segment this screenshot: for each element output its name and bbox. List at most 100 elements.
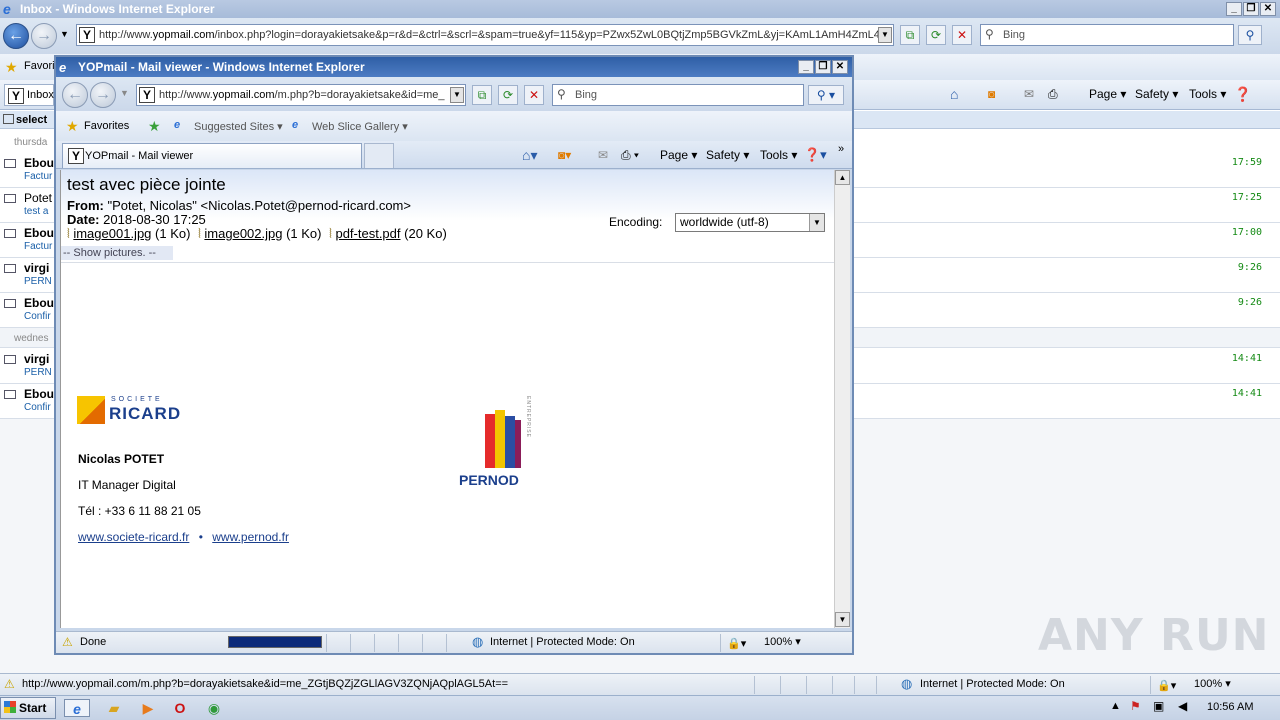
popup-status-zone: Internet | Protected Mode: On (490, 636, 635, 648)
recent-pages-dropdown-icon[interactable]: ▼ (60, 29, 69, 39)
popup-feeds-icon[interactable]: ◙▾ (558, 141, 571, 169)
feeds-icon[interactable]: ◙ (988, 80, 995, 108)
popup-recent-dropdown-icon[interactable]: ▼ (120, 88, 129, 98)
outer-zoom-label: 100% (1194, 678, 1223, 690)
mail-icon[interactable]: ✉ (1024, 80, 1034, 108)
popup-compat-button[interactable]: ⧉ (472, 85, 492, 105)
taskbar-folder-icon[interactable]: ▰ (104, 699, 124, 717)
taskbar-opera-icon[interactable]: O (170, 699, 190, 717)
search-go-button[interactable]: ⚲ (1238, 25, 1262, 45)
help-icon[interactable]: ❓ (1234, 80, 1251, 108)
popup-status-cell (422, 634, 446, 652)
select-label[interactable]: select (16, 114, 47, 126)
popup-address-rest: /m.php?b=dorayakietsake&id=me_ (274, 89, 445, 101)
popup-search-box[interactable]: Bing (552, 84, 804, 106)
attachment-link[interactable]: image001.jpg (73, 226, 151, 241)
encoding-dropdown-icon[interactable]: ▼ (809, 214, 824, 231)
outer-address-bar[interactable]: http://www.yopmail.com/inbox.php?login=d… (76, 24, 894, 46)
row-from: Ebou (24, 156, 54, 170)
outer-tab-label: Inbox (27, 89, 54, 101)
outer-tools-menu[interactable]: Tools ▾ (1189, 80, 1226, 108)
popup-refresh-button[interactable]: ⟳ (498, 85, 518, 105)
popup-close-button[interactable]: ✕ (832, 60, 848, 74)
attachment-link[interactable]: image002.jpg (204, 226, 282, 241)
popup-forward-button[interactable]: → (90, 82, 116, 108)
popup-stop-button[interactable]: ✕ (524, 85, 544, 105)
minimize-button[interactable]: _ (1226, 2, 1242, 16)
chevron-more-icon[interactable]: » (838, 135, 844, 163)
popup-back-button[interactable]: ← (62, 82, 88, 108)
pernod-logo-text: PERNOD (459, 472, 519, 488)
popup-home-icon[interactable]: ⌂▾ (522, 141, 537, 169)
start-label: Start (19, 701, 47, 715)
restore-button[interactable]: ❐ (1243, 2, 1259, 16)
web-slice-icon: e (292, 119, 299, 131)
suggested-sites-icon: e (174, 119, 181, 131)
popup-zoom-control[interactable]: 100% ▾ (764, 632, 801, 652)
tray-volume-icon[interactable]: ◀ (1178, 699, 1187, 713)
row-from: Ebou (24, 387, 54, 401)
taskbar-media-icon[interactable]: ▶ (138, 699, 158, 717)
popup-mail-icon[interactable]: ✉ (598, 141, 608, 169)
print-icon[interactable]: ⎙ (1048, 80, 1058, 108)
outer-safety-menu[interactable]: Safety ▾ (1135, 80, 1178, 108)
popup-protected-mode-icon[interactable]: 🔒▾ (720, 634, 758, 652)
popup-favorites-bar: ★ Favorites ★ e Suggested Sites ▾ e Web … (56, 111, 852, 141)
popup-page-menu[interactable]: Page ▾ (660, 141, 697, 169)
outer-status-bar: ⚠ http://www.yopmail.com/m.php?b=dorayak… (0, 673, 1280, 695)
select-all-checkbox[interactable] (3, 114, 14, 124)
outer-page-menu[interactable]: Page ▾ (1089, 80, 1126, 108)
close-button[interactable]: ✕ (1260, 2, 1276, 16)
popup-print-icon[interactable]: ⎙ ▾ (621, 141, 639, 169)
scroll-up-button[interactable]: ▲ (835, 170, 850, 185)
popup-address-bar[interactable]: http://www.yopmail.com/m.php?b=dorayakie… (136, 84, 466, 106)
outer-status-zone: Internet | Protected Mode: On (920, 678, 1065, 690)
attachment-link[interactable]: pdf-test.pdf (335, 226, 400, 241)
popup-safety-menu[interactable]: Safety ▾ (706, 141, 749, 169)
tray-clock[interactable]: 10:56 AM (1207, 701, 1253, 713)
forward-button[interactable]: → (31, 23, 57, 49)
outer-search-box[interactable]: Bing (980, 24, 1234, 46)
popup-help-icon[interactable]: ❓▾ (804, 141, 827, 169)
row-time: 14:41 (1231, 353, 1262, 364)
popup-minimize-button[interactable]: _ (798, 60, 814, 74)
anyrun-watermark: ANY RUN (1038, 610, 1270, 661)
web-slice-gallery-button[interactable]: Web Slice Gallery ▾ (312, 120, 408, 133)
scroll-down-button[interactable]: ▼ (835, 612, 850, 627)
outer-favorites-button[interactable]: Favori (24, 60, 55, 72)
popup-search-go-button[interactable]: ⚲ ▾ (808, 85, 844, 105)
tray-network-icon[interactable]: ▣ (1153, 699, 1164, 713)
mail-envelope-icon (4, 299, 16, 308)
home-icon[interactable]: ⌂ (950, 80, 958, 108)
taskbar-chrome-icon[interactable]: ◉ (204, 699, 224, 717)
outer-zoom-control[interactable]: 100% ▾ (1194, 674, 1231, 694)
show-pictures-link[interactable]: -- Show pictures. -- (61, 246, 173, 260)
suggested-sites-button[interactable]: Suggested Sites ▾ (194, 120, 283, 133)
taskbar-ie-icon[interactable]: e (64, 699, 90, 717)
address-dropdown-icon[interactable]: ▼ (878, 27, 892, 43)
compat-view-button[interactable]: ⧉ (900, 25, 920, 45)
tray-flag-icon[interactable]: ⚑ (1130, 699, 1141, 713)
protected-mode-icon[interactable]: 🔒▾ (1150, 676, 1188, 694)
outer-window-title: Inbox - Windows Internet Explorer (20, 2, 215, 16)
popup-title-bar: YOPmail - Mail viewer - Windows Internet… (56, 57, 852, 77)
popup-favorites-button[interactable]: Favorites (84, 120, 129, 132)
popup-address-dropdown-icon[interactable]: ▼ (450, 87, 464, 103)
popup-tools-menu[interactable]: Tools ▾ (760, 141, 797, 169)
add-favorites-icon[interactable]: ★ (148, 118, 161, 135)
popup-vertical-scrollbar[interactable]: ▲ ▼ (834, 170, 850, 628)
pernod-website-link[interactable]: www.pernod.fr (212, 530, 289, 544)
ricard-website-link[interactable]: www.societe-ricard.fr (78, 530, 189, 544)
stop-button[interactable]: ✕ (952, 25, 972, 45)
paperclip-icon: ⦚ (198, 226, 201, 241)
refresh-button[interactable]: ⟳ (926, 25, 946, 45)
back-button[interactable]: ← (3, 23, 29, 49)
encoding-select[interactable]: worldwide (utf-8) ▼ (675, 213, 825, 232)
popup-restore-button[interactable]: ❐ (815, 60, 831, 74)
day-header-wednesday: wednes (14, 333, 49, 344)
new-tab-button[interactable] (364, 143, 394, 168)
tray-arrow-icon[interactable]: ▲ (1110, 700, 1121, 712)
popup-status-cell (374, 634, 398, 652)
ie-logo-icon: e (3, 1, 11, 17)
popup-tab-mail-viewer[interactable]: YOPmail - Mail viewer (62, 143, 362, 168)
